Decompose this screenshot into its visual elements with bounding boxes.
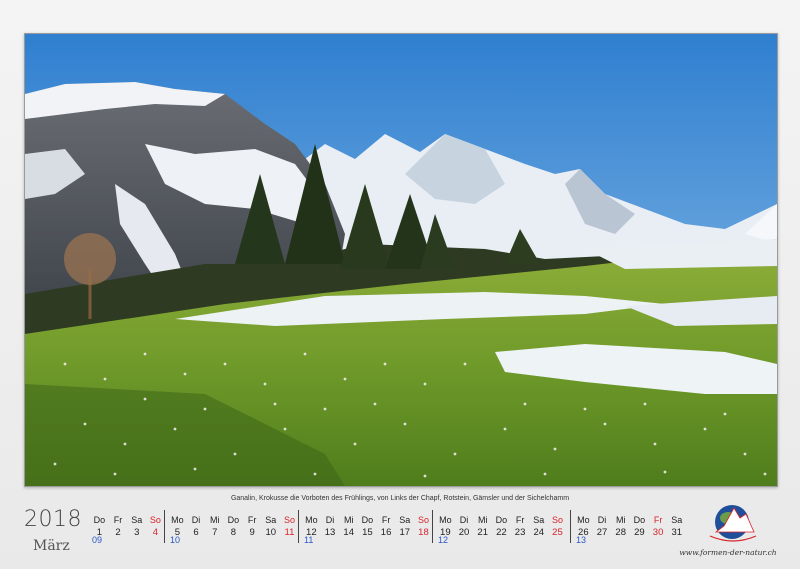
day-number: 18 xyxy=(418,527,429,538)
week-separator xyxy=(432,510,433,543)
day-number: 22 xyxy=(496,527,507,538)
day-number: 25 xyxy=(552,527,563,538)
week-separator xyxy=(570,510,571,543)
day-number: 31 xyxy=(671,527,683,538)
day-number: 29 xyxy=(634,527,645,538)
photo-caption: Ganalin, Krokusse die Vorboten des Frühl… xyxy=(230,495,570,502)
day-number: 30 xyxy=(652,527,664,538)
week-number: 11 xyxy=(304,535,314,545)
day-number: 8 xyxy=(230,527,237,538)
day-number: 28 xyxy=(615,527,626,538)
day-number: 7 xyxy=(212,527,218,538)
day-number: 9 xyxy=(249,527,255,538)
week-number: 10 xyxy=(170,535,181,545)
day-number: 15 xyxy=(362,527,373,538)
day-number: 21 xyxy=(477,527,488,538)
day-number: 20 xyxy=(458,527,470,538)
website-url: www.formen-der-natur.ch xyxy=(679,548,777,557)
day-number: 16 xyxy=(380,527,392,538)
day-number: 4 xyxy=(152,527,159,538)
day-number: 11 xyxy=(284,527,295,538)
day-number: 10 xyxy=(265,527,277,538)
week-number: 12 xyxy=(438,535,449,545)
day-number: 27 xyxy=(596,527,608,538)
day-number: 14 xyxy=(343,527,354,538)
day-number: 13 xyxy=(324,527,336,538)
landscape-photo xyxy=(24,33,778,487)
week-separator xyxy=(164,510,165,543)
day-number: 2 xyxy=(115,527,121,538)
week-separator xyxy=(298,510,299,543)
day-number: 24 xyxy=(533,527,545,538)
day-number: 3 xyxy=(134,527,140,538)
calendar-strip: Do Fr Sa So 1 2 3 4 09 Mo Di Mi Do Fr Sa So 5 6 7 8 9 10 11 10 M… xyxy=(0,510,800,550)
day-number: 17 xyxy=(399,527,411,538)
week-number: 13 xyxy=(576,535,587,545)
week-number: 09 xyxy=(92,535,103,545)
globe-logo-icon xyxy=(709,505,757,542)
day-number: 23 xyxy=(514,527,526,538)
day-number: 6 xyxy=(193,527,199,538)
